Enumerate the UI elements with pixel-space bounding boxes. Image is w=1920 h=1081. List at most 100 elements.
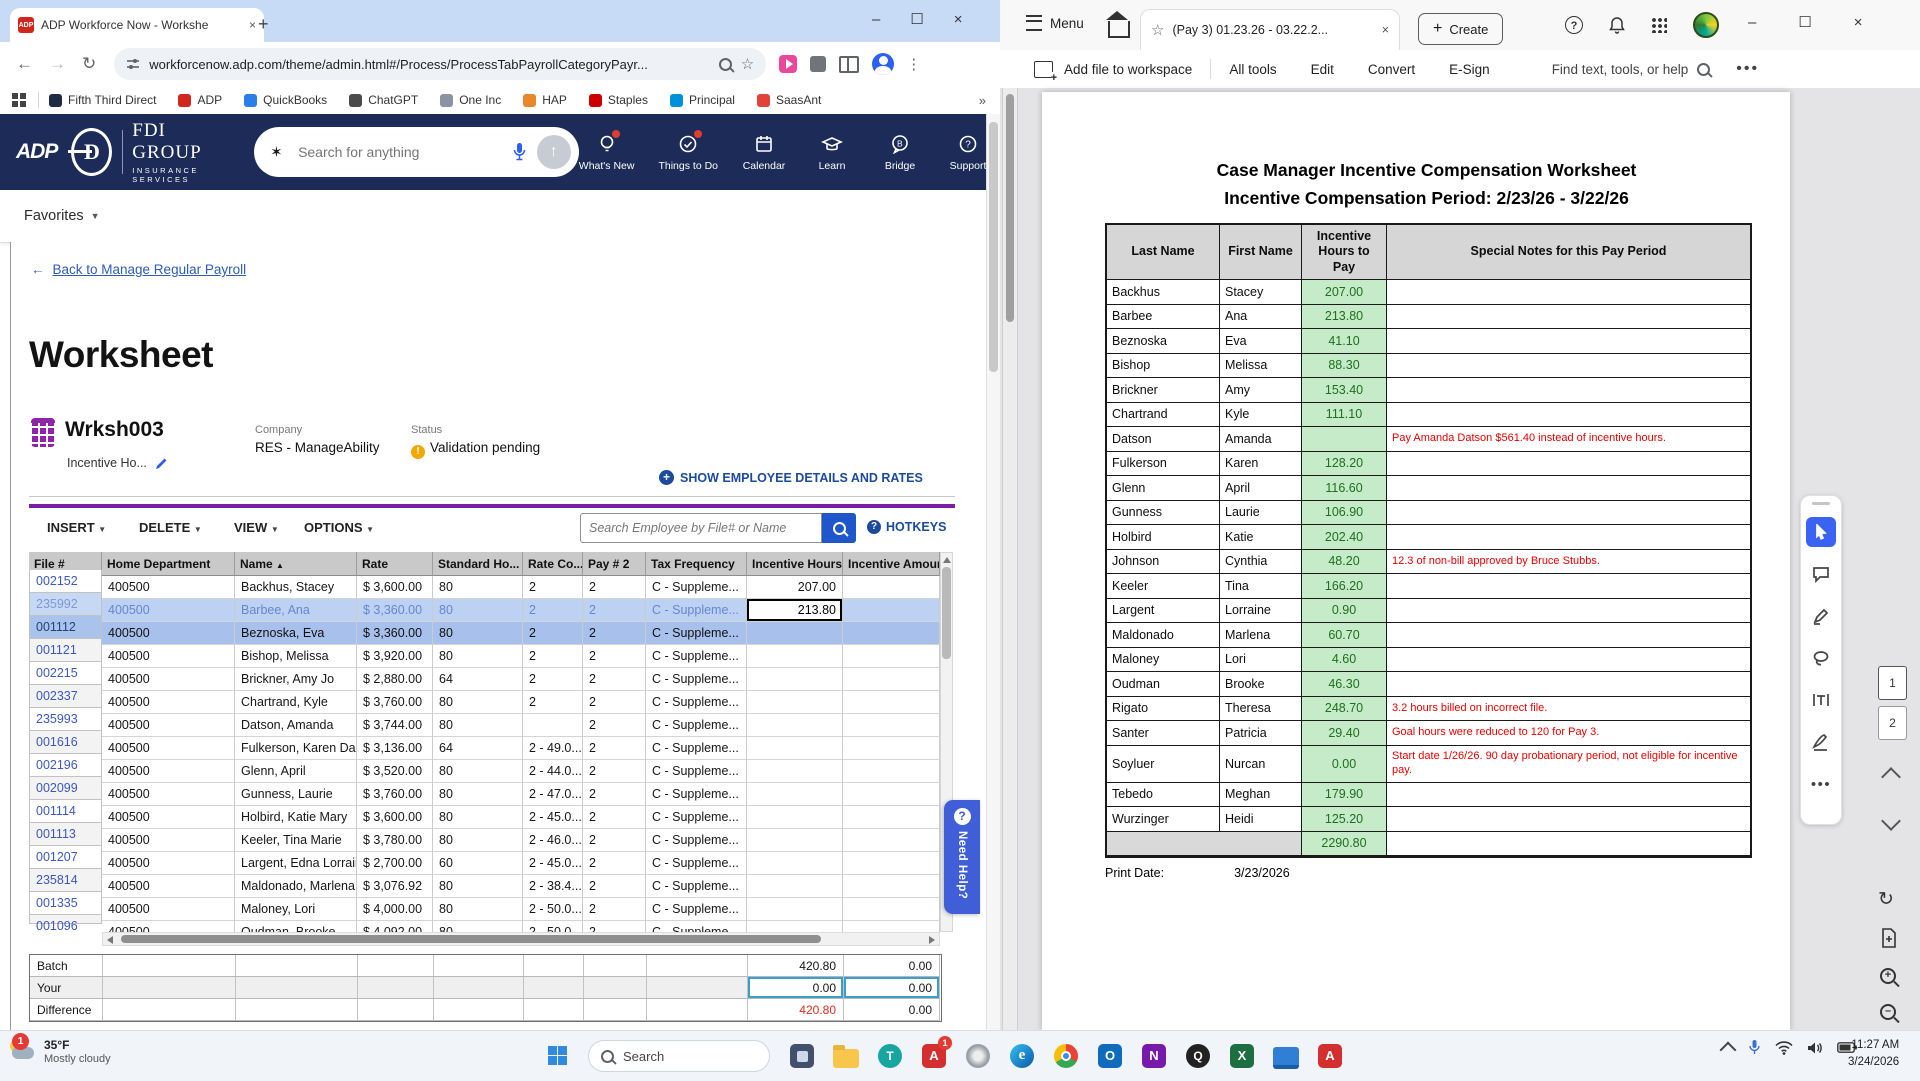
wifi-icon[interactable] <box>1775 1040 1793 1055</box>
bookmark-item[interactable]: Staples <box>588 93 648 107</box>
new-tab-button[interactable]: + <box>258 14 269 35</box>
grid-cell[interactable]: Bishop, Melissa <box>235 645 357 668</box>
table-row[interactable]: 400500 Maloney, Lori $ 4,000.00 80 2 - 50.0.… <box>102 898 940 921</box>
grid-cell[interactable]: 400500 <box>102 691 235 714</box>
taskbar-app-acrobat[interactable]: A1 <box>918 1036 952 1076</box>
table-row[interactable]: 400500 Backhus, Stacey $ 3,600.00 80 2 2 C - S… <box>102 576 940 599</box>
grid-cell[interactable]: 80 <box>433 806 523 829</box>
grid-cell[interactable]: 2 <box>583 576 646 599</box>
table-row[interactable]: 400500 Glenn, April $ 3,520.00 80 2 - 44.0..… <box>102 760 940 783</box>
file-number-link[interactable]: 235814 <box>29 869 102 892</box>
close-icon[interactable]: × <box>954 11 963 28</box>
hotkeys-link[interactable]: ? HOTKEYS <box>867 520 946 534</box>
grid-cell[interactable]: $ 3,360.00 <box>357 622 433 645</box>
grid-cell[interactable] <box>843 691 940 714</box>
employee-search-button[interactable] <box>822 513 856 543</box>
grid-cell[interactable]: Keeler, Tina Marie <box>235 829 357 852</box>
grid-cell[interactable]: C - Suppleme... <box>646 875 747 898</box>
grid-cell[interactable]: C - Suppleme... <box>646 576 747 599</box>
grid-cell[interactable]: $ 4,000.00 <box>357 898 433 921</box>
taskbar-app-teams[interactable]: T <box>874 1036 906 1076</box>
employee-search-input[interactable] <box>580 513 822 543</box>
grid-cell[interactable]: 400500 <box>102 645 235 668</box>
grid-cell[interactable] <box>843 875 940 898</box>
grid-cell[interactable]: 60 <box>433 852 523 875</box>
grid-cell[interactable]: 2 <box>583 898 646 921</box>
grid-cell[interactable]: 2 <box>583 783 646 806</box>
grid-cell[interactable]: 400500 <box>102 806 235 829</box>
grid-cell[interactable]: Maloney, Lori <box>235 898 357 921</box>
more-tools-button[interactable]: ••• <box>1806 769 1836 799</box>
scroll-right-icon[interactable] <box>929 936 935 944</box>
table-row[interactable]: 400500 Maldonado, Marlena $ 3,076.92 80 2 - … <box>102 875 940 898</box>
select-tool-button[interactable] <box>1806 517 1836 547</box>
grid-cell[interactable]: 213.80 <box>747 599 843 622</box>
file-number-link[interactable]: 235993 <box>29 708 102 731</box>
column-header[interactable]: Name ▲ <box>235 552 357 576</box>
grid-cell[interactable]: 2 <box>583 599 646 622</box>
grid-cell[interactable] <box>747 668 843 691</box>
grid-cell[interactable] <box>747 898 843 921</box>
drag-handle[interactable] <box>1812 502 1830 505</box>
speaker-icon[interactable] <box>1807 1041 1823 1055</box>
forward-icon[interactable]: → <box>49 54 66 74</box>
tab-close-icon[interactable]: × <box>249 18 256 32</box>
grid-cell[interactable]: Barbee, Ana <box>235 599 357 622</box>
grid-cell[interactable]: Gunness, Laurie <box>235 783 357 806</box>
grid-cell[interactable]: 400500 <box>102 760 235 783</box>
grid-cell[interactable]: 400500 <box>102 783 235 806</box>
horizontal-scrollbar[interactable] <box>102 932 940 946</box>
scrollbar-thumb[interactable] <box>942 567 951 659</box>
grid-cell[interactable]: 2 - 45.0... <box>523 852 583 875</box>
grid-cell[interactable]: 400500 <box>102 852 235 875</box>
grid-cell[interactable] <box>747 714 843 737</box>
column-header[interactable]: Rate <box>357 552 433 576</box>
file-number-link[interactable]: 002215 <box>29 662 102 685</box>
bookmark-item[interactable]: QuickBooks <box>244 93 327 107</box>
grid-cell[interactable]: 400500 <box>102 875 235 898</box>
grid-cell[interactable]: Beznoska, Eva <box>235 622 357 645</box>
grid-cell[interactable] <box>843 806 940 829</box>
text-tool-button[interactable] <box>1806 685 1836 715</box>
minimize-icon[interactable]: – <box>872 11 880 28</box>
apps-grid-icon[interactable] <box>1651 17 1667 33</box>
taskbar-app-gray-app[interactable] <box>962 1036 994 1076</box>
document-tab[interactable]: ☆ (Pay 3) 01.23.26 - 03.22.2... × <box>1140 9 1400 50</box>
zoom-out-icon[interactable]: – <box>1880 1004 1896 1020</box>
grid-cell[interactable]: 400500 <box>102 668 235 691</box>
table-row[interactable]: 400500 Brickner, Amy Jo $ 2,880.00 64 2 2 C - … <box>102 668 940 691</box>
grid-cell[interactable]: 2 - 45.0... <box>523 806 583 829</box>
grid-cell[interactable] <box>843 576 940 599</box>
grid-cell[interactable]: $ 3,780.00 <box>357 829 433 852</box>
file-number-link[interactable]: 001114 <box>29 800 102 823</box>
options-menu[interactable]: OPTIONS ▼ <box>304 520 374 535</box>
grid-cell[interactable]: 80 <box>433 645 523 668</box>
grid-cell[interactable]: 80 <box>433 599 523 622</box>
collapse-down-icon[interactable] <box>1881 811 1901 831</box>
acrobat-menu-button[interactable]: Menu <box>1026 15 1084 31</box>
grid-cell[interactable]: 80 <box>433 622 523 645</box>
home-icon[interactable] <box>1106 11 1130 38</box>
grid-cell[interactable] <box>747 806 843 829</box>
grid-cell[interactable]: C - Suppleme... <box>646 599 747 622</box>
grid-cell[interactable]: 2 <box>583 875 646 898</box>
table-row[interactable]: 400500 Datson, Amanda $ 3,744.00 80 2 C - Sup… <box>102 714 940 737</box>
grid-cell[interactable]: Fulkerson, Karen Danz <box>235 737 357 760</box>
grid-cell[interactable]: 80 <box>433 875 523 898</box>
grid-cell[interactable]: C - Suppleme... <box>646 921 747 932</box>
chrome-menu-icon[interactable]: ⋮ <box>906 55 921 73</box>
grid-cell[interactable]: 400500 <box>102 737 235 760</box>
grid-cell[interactable]: $ 2,880.00 <box>357 668 433 691</box>
totals-cell[interactable]: 0.00 <box>844 977 940 999</box>
notifications-bell-icon[interactable] <box>1609 16 1625 34</box>
more-options-icon[interactable]: ••• <box>1736 60 1759 78</box>
file-number-link[interactable]: 235992 <box>29 593 102 616</box>
minimize-icon[interactable]: – <box>1748 14 1756 31</box>
grid-cell[interactable]: 2 - 38.4... <box>523 875 583 898</box>
url-text[interactable]: workforcenow.adp.com/theme/admin.html#/P… <box>149 57 710 72</box>
grid-cell[interactable]: C - Suppleme... <box>646 668 747 691</box>
grid-cell[interactable]: C - Suppleme... <box>646 898 747 921</box>
grid-cell[interactable] <box>843 622 940 645</box>
address-bar[interactable]: workforcenow.adp.com/theme/admin.html#/P… <box>114 48 767 80</box>
file-number-link[interactable]: 001121 <box>29 639 102 662</box>
